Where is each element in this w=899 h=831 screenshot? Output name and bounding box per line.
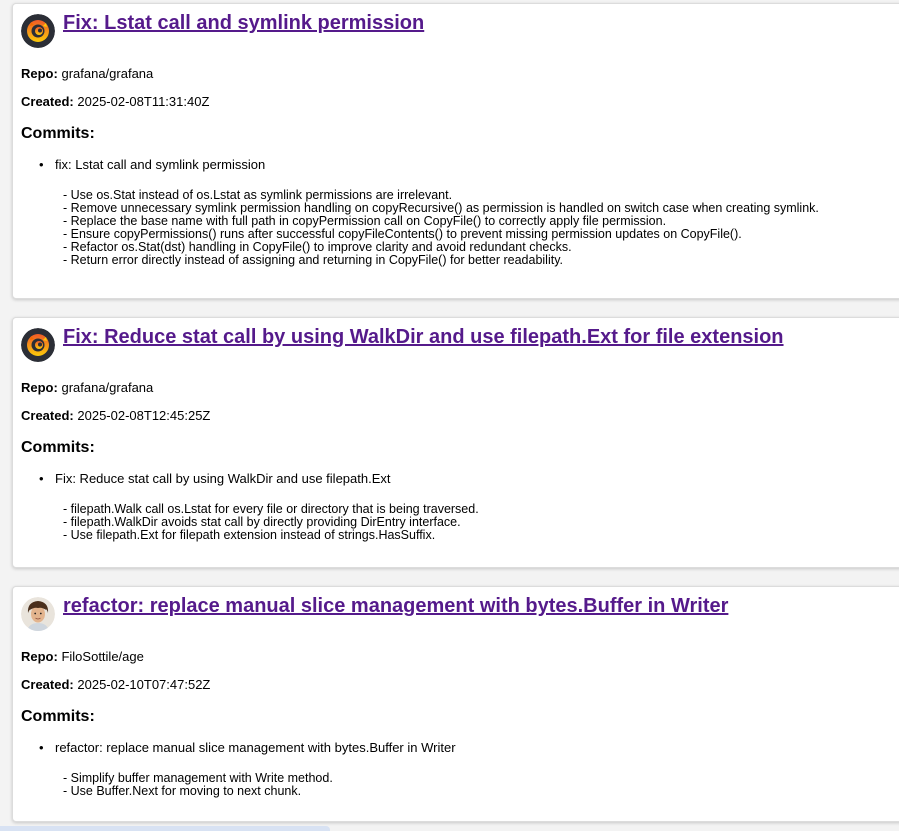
pr-title-link[interactable]: refactor: replace manual slice managemen… [63,595,728,618]
created-value: 2025-02-10T07:47:52Z [77,677,211,692]
repo-value: FiloSottile/age [61,649,144,664]
repo-value: grafana/grafana [61,380,154,395]
user-avatar-icon [21,597,55,631]
commit-message: refactor: replace manual slice managemen… [55,740,456,755]
next-card-edge [0,826,330,831]
bullet-icon: • [39,157,44,172]
repo-line: Repo: grafana/grafana [21,380,153,395]
created-label: Created: [21,677,74,692]
pr-card: Fix: Reduce stat call by using WalkDir a… [12,317,899,568]
commits-heading: Commits: [21,708,95,725]
repo-line: Repo: FiloSottile/age [21,649,144,664]
repo-label: Repo: [21,66,58,81]
created-value: 2025-02-08T12:45:25Z [77,408,211,423]
bullet-icon: • [39,740,44,755]
pr-card: refactor: replace manual slice managemen… [12,586,899,822]
created-line: Created: 2025-02-08T12:45:25Z [21,408,210,423]
created-line: Created: 2025-02-10T07:47:52Z [21,677,210,692]
repo-line: Repo: grafana/grafana [21,66,153,81]
created-label: Created: [21,408,74,423]
created-value: 2025-02-08T11:31:40Z [77,94,210,109]
grafana-logo-icon [21,14,55,48]
bullet-icon: • [39,471,44,486]
commits-heading: Commits: [21,439,95,456]
pr-card: Fix: Lstat call and symlink permission R… [12,3,899,299]
commit-message: fix: Lstat call and symlink permission [55,157,266,172]
commit-body: - Use os.Stat instead of os.Lstat as sym… [63,188,819,267]
repo-label: Repo: [21,649,58,664]
commit-body: - Simplify buffer management with Write … [63,771,333,798]
repo-label: Repo: [21,380,58,395]
commit-message: Fix: Reduce stat call by using WalkDir a… [55,471,391,486]
created-line: Created: 2025-02-08T11:31:40Z [21,94,209,109]
created-label: Created: [21,94,74,109]
pr-title-link[interactable]: Fix: Lstat call and symlink permission [63,12,424,35]
commit-body: - filepath.Walk call os.Lstat for every … [63,502,479,542]
commits-heading: Commits: [21,125,95,142]
repo-value: grafana/grafana [61,66,154,81]
pr-title-link[interactable]: Fix: Reduce stat call by using WalkDir a… [63,326,784,349]
grafana-logo-icon [21,328,55,362]
